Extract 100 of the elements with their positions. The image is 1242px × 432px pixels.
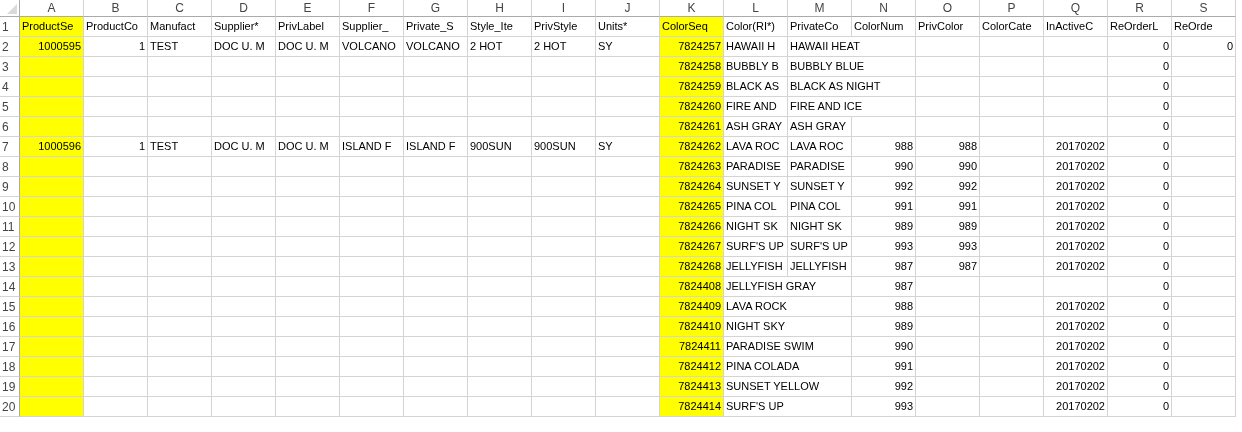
table-cell: TEST [148, 37, 212, 57]
empty-cell [980, 77, 1044, 97]
table-cell: HAWAII HEAT [788, 37, 916, 57]
empty-cell [340, 217, 404, 237]
table-cell: 0 [1108, 77, 1172, 97]
table-cell: 7824409 [660, 297, 724, 317]
column-header[interactable]: O [916, 0, 980, 17]
column-header[interactable]: G [404, 0, 468, 17]
empty-cell [212, 297, 276, 317]
empty-cell [1172, 137, 1236, 157]
table-cell: 0 [1108, 117, 1172, 137]
empty-cell [212, 217, 276, 237]
column-header[interactable]: B [84, 0, 148, 17]
table-cell: 0 [1108, 57, 1172, 77]
empty-cell [212, 57, 276, 77]
column-header[interactable]: F [340, 0, 404, 17]
empty-cell [468, 97, 532, 117]
column-header[interactable]: M [788, 0, 852, 17]
table-cell: 0 [1108, 337, 1172, 357]
empty-cell [532, 297, 596, 317]
empty-cell [980, 277, 1044, 297]
column-header[interactable]: S [1172, 0, 1236, 17]
empty-cell [276, 77, 340, 97]
column-header[interactable]: H [468, 0, 532, 17]
empty-cell [276, 97, 340, 117]
table-cell: NIGHT SK [788, 217, 852, 237]
column-header[interactable]: C [148, 0, 212, 17]
empty-cell [852, 117, 916, 137]
empty-cell [340, 117, 404, 137]
table-cell: InActiveC [1044, 17, 1108, 37]
empty-cell [212, 277, 276, 297]
table-cell: 7824262 [660, 137, 724, 157]
table-cell: 0 [1108, 197, 1172, 217]
table-cell: 7824410 [660, 317, 724, 337]
table-cell: 992 [852, 377, 916, 397]
empty-cell [340, 97, 404, 117]
select-all-corner[interactable] [0, 0, 20, 17]
empty-cell [1172, 357, 1236, 377]
empty-cell [276, 257, 340, 277]
table-cell: 20170202 [1044, 137, 1108, 157]
empty-cell [532, 117, 596, 137]
table-cell: 7824412 [660, 357, 724, 377]
empty-cell [980, 37, 1044, 57]
empty-cell [148, 277, 212, 297]
column-header[interactable]: Q [1044, 0, 1108, 17]
empty-cell [276, 337, 340, 357]
table-cell: ProductSe [20, 17, 84, 37]
table-cell: 20170202 [1044, 257, 1108, 277]
empty-cell [532, 337, 596, 357]
column-header[interactable]: E [276, 0, 340, 17]
column-header[interactable]: P [980, 0, 1044, 17]
table-cell: VOLCANO [340, 37, 404, 57]
table-cell: JELLYFISH [724, 257, 788, 277]
table-cell: 7824259 [660, 77, 724, 97]
table-cell: DOC U. M [276, 37, 340, 57]
table-cell: 0 [1108, 257, 1172, 277]
empty-cell [916, 57, 980, 77]
column-header[interactable]: R [1108, 0, 1172, 17]
table-cell: Manufact [148, 17, 212, 37]
empty-cell [404, 57, 468, 77]
empty-cell [212, 177, 276, 197]
table-cell: 0 [1108, 177, 1172, 197]
table-cell: PINA COL [724, 197, 788, 217]
empty-cell [916, 377, 980, 397]
empty-cell [404, 377, 468, 397]
empty-cell [276, 317, 340, 337]
empty-cell [276, 237, 340, 257]
table-cell: 990 [852, 337, 916, 357]
empty-cell [916, 297, 980, 317]
table-cell: 0 [1108, 97, 1172, 117]
empty-cell [212, 357, 276, 377]
column-header[interactable]: J [596, 0, 660, 17]
table-cell: 0 [1108, 317, 1172, 337]
table-cell: LAVA ROCK [724, 297, 852, 317]
table-cell: FIRE AND [724, 97, 788, 117]
column-header[interactable]: I [532, 0, 596, 17]
empty-cell [276, 217, 340, 237]
empty-cell [916, 37, 980, 57]
column-header[interactable]: N [852, 0, 916, 17]
table-cell: PrivStyle [532, 17, 596, 37]
empty-cell [212, 377, 276, 397]
table-cell: 1 [84, 37, 148, 57]
empty-cell [148, 97, 212, 117]
empty-cell [468, 297, 532, 317]
empty-cell [532, 277, 596, 297]
table-cell: 0 [1108, 357, 1172, 377]
empty-cell [276, 357, 340, 377]
table-cell: 987 [852, 257, 916, 277]
empty-cell [340, 317, 404, 337]
column-header[interactable]: D [212, 0, 276, 17]
empty-cell [468, 157, 532, 177]
empty-cell [1044, 77, 1108, 97]
column-header[interactable]: L [724, 0, 788, 17]
table-cell: 7824266 [660, 217, 724, 237]
empty-cell [148, 357, 212, 377]
empty-cell [340, 397, 404, 417]
table-cell: DOC U. M [212, 37, 276, 57]
table-cell: 990 [916, 157, 980, 177]
empty-cell [532, 97, 596, 117]
empty-cell [340, 177, 404, 197]
